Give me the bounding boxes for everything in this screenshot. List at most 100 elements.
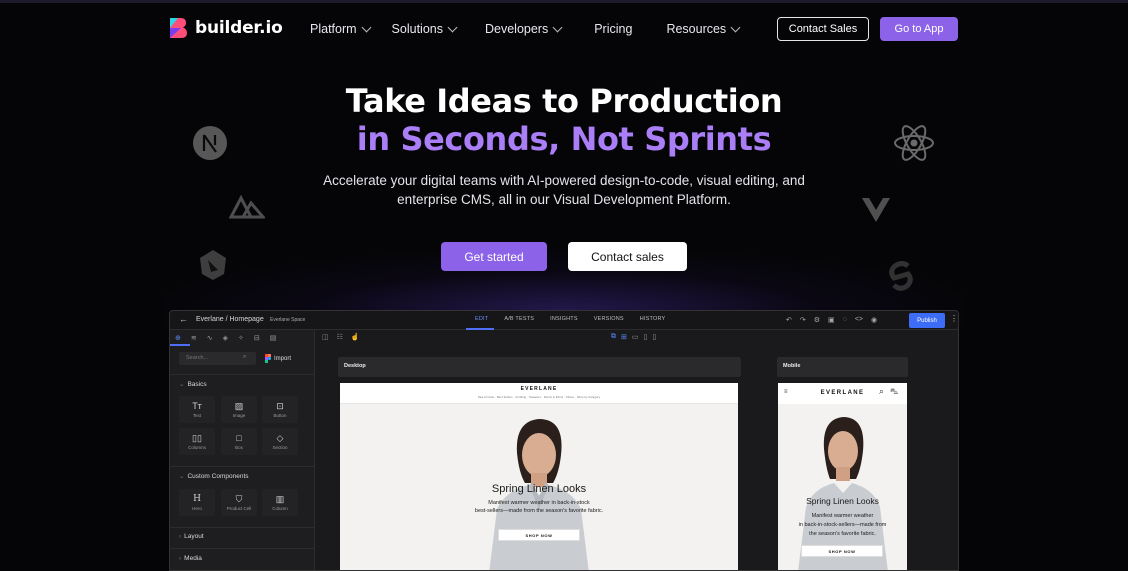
code-icon[interactable]: <> [855,316,863,324]
mobile-shop-now-button[interactable]: SHOP NOW [801,545,883,557]
comments-icon[interactable]: ▤ [270,334,277,342]
block-section[interactable]: ◇ Section [262,428,298,455]
section-layout-label: Layout [184,533,204,540]
tab-ab-tests[interactable]: A/B TESTS [504,316,534,322]
tab-history[interactable]: HISTORY [640,316,666,322]
button-icon: ⊡ [276,400,284,411]
block-product-cell[interactable]: ⛉ Product Cell [221,489,257,516]
site-logo: EVERLANE [520,386,558,392]
section-layout[interactable]: › Layout [179,533,204,540]
settings-icon[interactable]: ⚙ [814,316,820,324]
fit-icon[interactable]: ⊞ [621,333,627,341]
editor-left-panel: ⊕ ≋ ∿ ◈ ✧ ⊟ ▤ Search... ⌕ Import ⌄ Basics… [170,330,315,570]
ai-icon[interactable]: ✧ [238,334,244,342]
nav-developers[interactable]: Developers [484,22,563,36]
chevron-down-icon [730,22,741,32]
nav-resources[interactable]: Resources [666,22,741,36]
site-header: EVERLANE New Arrivals · Best Sellers · C… [340,383,738,404]
redo-icon[interactable]: ↷ [800,316,806,324]
preview-eye-icon[interactable]: ◉ [871,316,877,324]
qwik-icon [200,250,226,280]
insert-icon[interactable]: ⊕ [175,334,181,342]
undo-icon[interactable]: ↶ [786,316,792,324]
back-arrow-icon[interactable]: ← [179,314,188,324]
block-label: Columns [188,444,206,450]
block-image[interactable]: ▨ Image [221,396,257,423]
section-media[interactable]: › Media [179,555,202,562]
block-columns[interactable]: ▯▯ Columns [179,428,215,455]
breakpoints-icon[interactable]: ⧉ [611,333,616,341]
symbols-icon[interactable]: ⊟ [254,334,260,342]
block-label: Hero [192,505,202,511]
hero-subtitle: Accelerate your digital teams with AI-po… [323,173,805,207]
device-toggle: ⧉ ⊞ ▭ ▯ ▯ [611,333,656,341]
cart-icon[interactable]: ⛍ [890,387,898,397]
tab-versions[interactable]: VERSIONS [594,316,624,322]
shopping-bag-icon: ⛉ [235,493,243,504]
editor-space-label: Everlane Space [270,317,306,323]
visual-editor-preview: ← Everlane / Homepage Everlane Space EDI… [169,310,959,571]
hero-icon: H [193,493,201,504]
mobile-site-preview[interactable]: ≡ EVERLANE ⌕ ⛍ Spring Linen Looks Manife… [778,383,907,570]
astro-icon [229,195,265,219]
get-started-button[interactable]: Get started [441,242,547,271]
desktop-frame-label: Desktop [338,357,741,377]
block-text[interactable]: Tт Text [179,396,215,423]
pointer-icon[interactable]: ☝ [351,333,360,341]
logo-text: builder.io [195,18,283,38]
chevron-down-icon [552,22,563,32]
block-box[interactable]: □ Box [221,428,257,455]
go-to-app-button[interactable]: Go to App [880,17,958,41]
top-nav: builder.io Platform Solutions Developers… [0,12,1128,48]
section-basics[interactable]: ⌄ Basics [179,380,207,388]
desktop-site-preview[interactable]: EVERLANE New Arrivals · Best Sellers · C… [340,383,738,570]
mobile-site-header: ≡ EVERLANE ⌕ ⛍ [778,383,907,404]
tab-edit[interactable]: EDIT [475,316,488,322]
desktop-shop-now-button[interactable]: SHOP NOW [498,529,580,541]
editor-top-bar: ← Everlane / Homepage Everlane Space EDI… [170,311,958,330]
figma-import-button[interactable]: Import [265,352,303,365]
nav-platform[interactable]: Platform [310,22,371,36]
data-icon[interactable]: ◈ [223,334,228,342]
logo[interactable]: builder.io [168,17,283,39]
nav-solutions[interactable]: Solutions [392,22,458,36]
grid-icon[interactable]: ☷ [337,333,343,341]
image-icon: ▨ [234,400,244,411]
chevron-down-icon [361,22,371,32]
import-label: Import [274,355,292,362]
hero-title-line2: in Seconds, Not Sprints [356,120,772,158]
nav-platform-label: Platform [310,22,357,36]
save-icon[interactable]: ▣ [828,316,835,324]
split-view-icon[interactable]: ◫ [322,333,329,341]
tab-insights[interactable]: INSIGHTS [550,316,578,322]
desktop-icon[interactable]: ▭ [632,333,639,341]
search-icon[interactable]: ⌕ [879,386,884,397]
style-icon[interactable]: ∿ [207,334,213,342]
canvas-tools: ◫ ☷ ☝ [322,333,360,341]
block-button[interactable]: ⊡ Button [262,396,298,423]
figma-icon [265,354,271,363]
section-custom-label: Custom Components [187,473,249,480]
section-custom-components[interactable]: ⌄ Custom Components [179,472,249,480]
contact-sales-hero-button[interactable]: Contact sales [568,242,687,271]
block-label: Image [232,412,246,418]
mobile-frame-label: Mobile [777,357,908,377]
tablet-icon[interactable]: ▯ [644,333,648,341]
block-label: Product Cell [226,505,252,511]
contact-sales-nav-button[interactable]: Contact Sales [777,17,869,41]
layers-icon[interactable]: ≋ [191,334,197,342]
block-column[interactable]: ▥ Column [262,489,298,516]
editor-tabs: EDIT A/B TESTS INSIGHTS VERSIONS HISTORY [475,316,665,322]
mobile-icon[interactable]: ▯ [652,333,656,341]
editor-canvas: ◫ ☷ ☝ ⧉ ⊞ ▭ ▯ ▯ Desktop Mobile EVERLANE … [315,330,958,570]
notification-icon[interactable]: ◌ [843,316,847,324]
mobile-hero-sub-1: Manifest warmer weather [811,513,874,519]
more-options-icon[interactable]: ⋮ [950,314,958,323]
nav-pricing[interactable]: Pricing [594,22,632,36]
nav-pricing-label: Pricing [594,22,633,36]
site-nav: New Arrivals · Best Sellers · Clothing ·… [477,396,601,399]
desktop-hero-sub-1: Manifest warmer weather in back-in-stock [488,500,590,506]
nav-developers-label: Developers [484,22,549,36]
block-hero[interactable]: H Hero [179,489,215,516]
publish-button[interactable]: Publish [909,313,945,328]
